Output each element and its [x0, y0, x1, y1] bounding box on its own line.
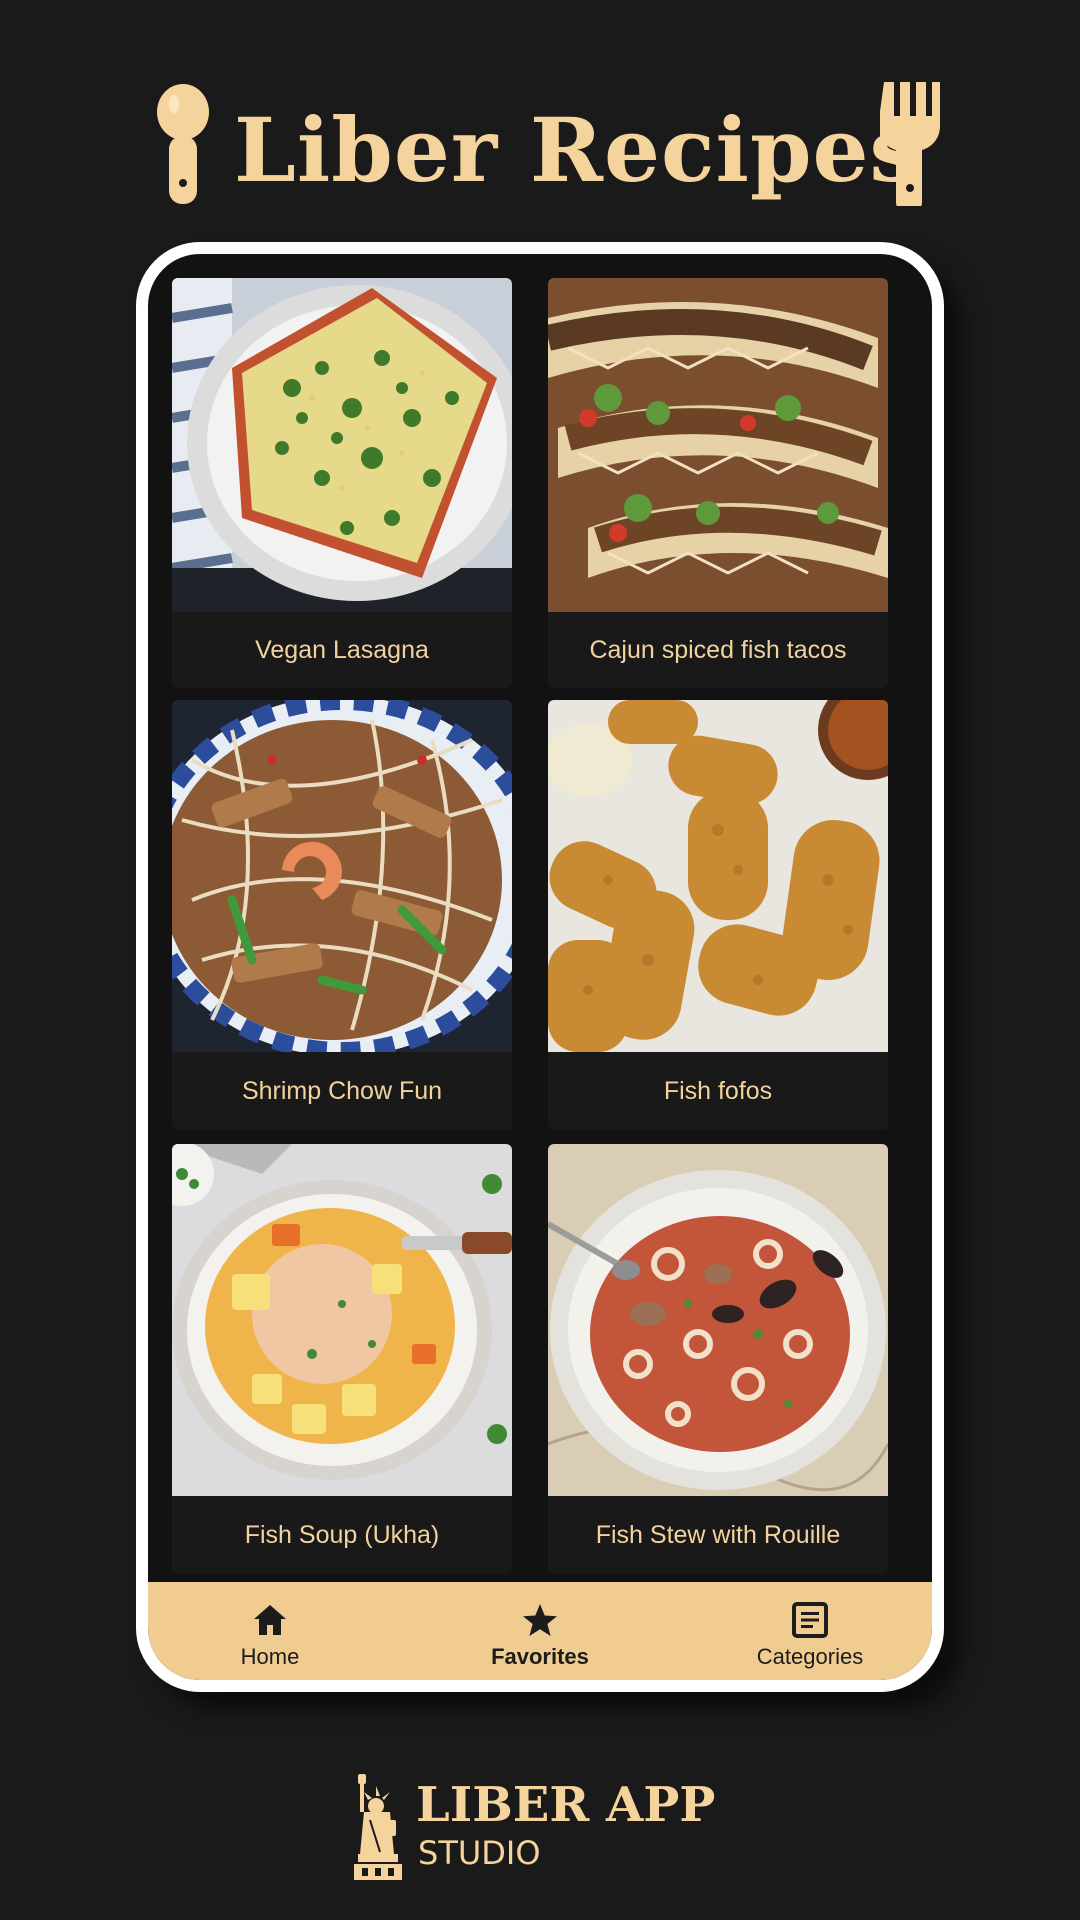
bottom-navigation: Home Favorites Categories [148, 1582, 932, 1680]
categories-icon [792, 1602, 828, 1638]
recipe-card-fish-soup[interactable]: Fish Soup (Ukha) [172, 1144, 512, 1574]
app-header: Liber Recipes [0, 78, 1080, 208]
studio-logo: LIBER APP STUDIO [350, 1772, 750, 1884]
brand-name: LIBER APP [416, 1777, 716, 1833]
recipe-name: Fish fofos [663, 1077, 773, 1105]
brand-subtitle: STUDIO [418, 1834, 541, 1872]
recipe-card-vegan-lasagna[interactable]: Vegan Lasagna [172, 278, 512, 688]
fish-soup-photo [172, 1144, 512, 1496]
app-title: Liber Recipes [234, 98, 921, 202]
recipe-name: Vegan Lasagna [255, 636, 429, 664]
phone-frame: Vegan Lasagna Cajun spiced fish tacos Sh… [136, 242, 944, 1692]
nav-label-favorites: Favorites [491, 1644, 589, 1669]
home-icon [254, 1605, 286, 1635]
nav-item-home[interactable]: Home [170, 1582, 370, 1680]
vegan-lasagna-photo [172, 278, 512, 612]
recipe-card-fish-stew[interactable]: Fish Stew with Rouille [548, 1144, 888, 1574]
fish-fofos-photo [548, 700, 888, 1052]
recipe-card-fish-tacos[interactable]: Cajun spiced fish tacos [548, 278, 888, 688]
shrimp-chow-fun-photo [172, 700, 512, 1052]
fish-tacos-photo [548, 278, 888, 612]
spoon-icon [157, 84, 209, 204]
fork-icon [880, 82, 940, 206]
recipe-name: Fish Stew with Rouille [595, 1521, 841, 1549]
fish-stew-photo [548, 1144, 888, 1496]
nav-item-categories[interactable]: Categories [710, 1582, 910, 1680]
nav-item-favorites[interactable]: Favorites [440, 1582, 640, 1680]
star-icon [523, 1604, 557, 1636]
nav-label-categories: Categories [756, 1644, 864, 1669]
recipe-card-fish-fofos[interactable]: Fish fofos [548, 700, 888, 1130]
nav-label-home: Home [240, 1644, 300, 1669]
recipe-name: Shrimp Chow Fun [241, 1077, 443, 1105]
recipe-card-shrimp-chow-fun[interactable]: Shrimp Chow Fun [172, 700, 512, 1130]
recipe-name: Cajun spiced fish tacos [589, 636, 847, 664]
statue-of-liberty-icon [354, 1774, 402, 1880]
recipe-name: Fish Soup (Ukha) [244, 1521, 440, 1549]
